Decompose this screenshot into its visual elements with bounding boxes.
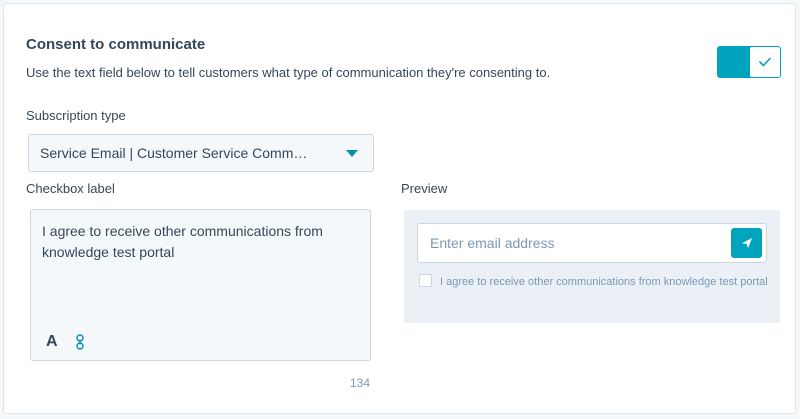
email-placeholder: Enter email address: [430, 235, 555, 251]
caret-down-icon: [346, 150, 358, 157]
preview-label: Preview: [401, 181, 448, 196]
text-format-icon[interactable]: A: [46, 333, 58, 351]
send-button[interactable]: [731, 228, 762, 258]
section-title: Consent to communicate: [26, 36, 206, 53]
check-icon: [759, 57, 771, 67]
subscription-type-select[interactable]: Service Email | Customer Service Comm…: [28, 134, 374, 172]
preview-panel: Enter email address I agree to receive o…: [404, 210, 780, 323]
consent-checkbox-text: I agree to receive other communications …: [440, 276, 768, 288]
section-description: Use the text field below to tell custome…: [26, 65, 551, 80]
checkbox-label-text[interactable]: I agree to receive other communications …: [42, 221, 352, 263]
send-icon: [741, 238, 752, 248]
checkbox-label-heading: Checkbox label: [26, 181, 115, 196]
link-icon[interactable]: [74, 334, 86, 350]
consent-toggle[interactable]: [717, 46, 781, 78]
email-input[interactable]: Enter email address: [417, 223, 767, 263]
subscription-type-value: Service Email | Customer Service Comm…: [40, 145, 308, 161]
consent-settings-card: Consent to communicate Use the text fiel…: [3, 3, 796, 414]
toggle-knob[interactable]: [750, 47, 780, 77]
character-count: 134: [350, 376, 371, 390]
consent-checkbox[interactable]: [419, 274, 432, 287]
subscription-type-label: Subscription type: [26, 108, 126, 123]
